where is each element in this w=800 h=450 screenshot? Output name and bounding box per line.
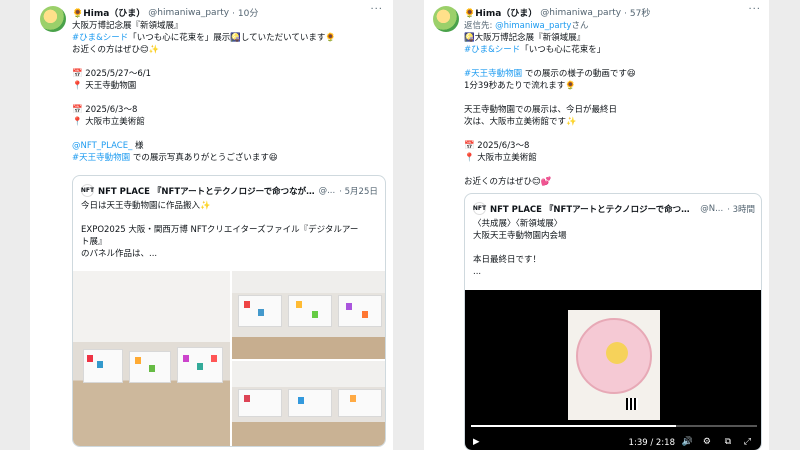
post-line: #ひま&シード「いつも心に花束を」展示🎑していただいています🌻 <box>72 32 386 44</box>
post-line: #天王寺動物園 での展示写真ありがとうございます😆 <box>72 152 386 164</box>
user-avatar[interactable] <box>433 6 459 32</box>
quote-date: · 5月25日 <box>339 186 378 197</box>
quote-line: ... <box>473 267 482 277</box>
display-name[interactable]: 🌻Hima（ひま） <box>72 6 145 19</box>
settings-icon[interactable]: ⚙ <box>703 437 711 447</box>
qr-code <box>626 398 638 410</box>
post-line: 📍 大阪市立美術館 <box>72 117 145 127</box>
quote-text: 〈共成展〉〈新領域展〉 大阪天王寺動物園内会場 本日最終日です！ ... <box>473 218 753 278</box>
more-options-icon[interactable]: ··· <box>370 4 383 15</box>
play-icon[interactable]: ▶ <box>473 437 480 447</box>
quote-avatar: NFT <box>81 184 94 197</box>
exhibit-photo[interactable] <box>232 361 385 446</box>
quote-line: 今日は天王寺動物園に作品搬入✨ <box>81 201 211 211</box>
video-progress-bar[interactable] <box>471 425 757 427</box>
quote-handle: @... <box>318 185 336 196</box>
timestamp[interactable]: · 10分 <box>232 6 258 19</box>
post-card-left[interactable]: 🌻Hima（ひま） @himaniwa_party · 10分 ··· 大阪万博… <box>30 0 393 450</box>
quote-header: NFT NFT PLACE 『NFTアートとテクノロジーで命つなが… @N...… <box>473 202 755 215</box>
quote-header: NFT NFT PLACE 『NFTアートとテクノロジーで命つなが… @... … <box>81 184 379 197</box>
handle[interactable]: @himaniwa_party <box>148 8 229 18</box>
reply-to-line: 返信先: @himaniwa_partyさん <box>464 20 762 32</box>
post-line: #ひま&シード「いつも心に花束を」 <box>464 44 762 56</box>
hashtag-link[interactable]: #天王寺動物園 <box>72 153 130 163</box>
quote-author-name: NFT PLACE 『NFTアートとテクノロジーで命つなが… <box>98 186 315 197</box>
video-time: 1:39 / 2:18 <box>628 438 675 448</box>
exhibit-photo[interactable] <box>73 271 230 446</box>
reply-suffix: さん <box>571 21 589 31</box>
post-line: 1分39秒あたりで流れます🌻 <box>464 81 576 91</box>
post-line: 📅 2025/6/3〜8 <box>72 105 138 115</box>
quote-line: EXPO2025 大阪・関西万博 NFTクリエイターズファイル『デジタルアー <box>81 225 359 235</box>
post-line: @NFT_PLACE_ 様 <box>72 140 386 152</box>
artwork-plate <box>576 318 652 394</box>
quoted-post[interactable]: NFT NFT PLACE 『NFTアートとテクノロジーで命つなが… @N...… <box>464 193 762 450</box>
quote-line: のパネル作品は、... <box>81 249 158 259</box>
quoted-post[interactable]: NFT NFT PLACE 『NFTアートとテクノロジーで命つなが… @... … <box>72 175 386 447</box>
post-line: 📍 天王寺動物園 <box>72 81 137 91</box>
video-frame-artwork <box>568 310 660 420</box>
quote-handle: @N... <box>700 203 724 214</box>
post-line: 天王寺動物園での展示は、今日が最終日 <box>464 105 618 115</box>
hashtag-link[interactable]: #ひま&シード <box>72 33 128 43</box>
post-header: 🌻Hima（ひま） @himaniwa_party · 10分 <box>72 6 258 20</box>
post-line-text: での展示写真ありがとうございます😆 <box>130 153 278 163</box>
quote-line: 〈共成展〉〈新領域展〉 <box>473 219 563 229</box>
artwork-sun <box>606 342 628 364</box>
exhibit-photo[interactable] <box>232 271 385 359</box>
more-options-icon[interactable]: ··· <box>748 4 761 15</box>
display-name[interactable]: 🌻Hima（ひま） <box>464 6 537 19</box>
photo-grid <box>73 271 385 446</box>
post-text: 返信先: @himaniwa_partyさん 🎑大阪万博記念展『新領域展』 #ひ… <box>464 20 762 188</box>
quote-author-name: NFT PLACE 『NFTアートとテクノロジーで命つなが… <box>490 204 697 215</box>
reply-handle-link[interactable]: @himaniwa_party <box>495 21 571 31</box>
post-line: お近くの方はぜひ😊💕 <box>464 177 552 187</box>
reply-prefix: 返信先: <box>464 21 496 31</box>
post-card-right[interactable]: 🌻Hima（ひま） @himaniwa_party · 57秒 ··· 返信先:… <box>424 0 769 450</box>
post-line: #天王寺動物園 での展示の様子の動画です😆 <box>464 68 762 80</box>
post-line-text: 様 <box>132 141 144 151</box>
quote-line: 大阪天王寺動物園内会場 <box>473 231 567 241</box>
picture-in-picture-icon[interactable]: ⧉ <box>725 437 731 447</box>
quote-line: ト展』 <box>81 237 107 247</box>
post-line-text: 「いつも心に花束を」展示🎑していただいています🌻 <box>128 33 336 43</box>
post-line: お近くの方はぜひ😊✨ <box>72 45 160 55</box>
video-controls: ▶ 1:39 / 2:18 🔊 ⚙ ⧉ ⤢ <box>465 432 761 450</box>
post-line-text: 「いつも心に花束を」 <box>520 45 606 55</box>
hashtag-link[interactable]: #ひま&シード <box>464 45 520 55</box>
hashtag-link[interactable]: #天王寺動物園 <box>464 69 522 79</box>
post-text: 大阪万博記念展『新領域展』 #ひま&シード「いつも心に花束を」展示🎑していただい… <box>72 20 386 164</box>
user-avatar[interactable] <box>40 6 66 32</box>
fullscreen-icon[interactable]: ⤢ <box>744 437 751 447</box>
quote-avatar: NFT <box>473 202 486 215</box>
quote-text: 今日は天王寺動物園に作品搬入✨ EXPO2025 大阪・関西万博 NFTクリエイ… <box>81 200 377 260</box>
post-line: 次は、大阪市立美術館です✨ <box>464 117 577 127</box>
quote-line: 本日最終日です！ <box>473 255 542 265</box>
volume-icon[interactable]: 🔊 <box>682 437 693 447</box>
video-player[interactable]: ▶ 1:39 / 2:18 🔊 ⚙ ⧉ ⤢ <box>465 290 761 450</box>
post-line: 大阪万博記念展『新領域展』 <box>72 21 183 31</box>
timestamp[interactable]: · 57秒 <box>624 6 650 19</box>
video-progress-fill <box>471 425 677 427</box>
post-line: 📅 2025/5/27〜6/1 <box>72 69 152 79</box>
post-line: 📍 大阪市立美術館 <box>464 153 537 163</box>
post-header: 🌻Hima（ひま） @himaniwa_party · 57秒 <box>464 6 650 20</box>
post-line-text: での展示の様子の動画です😆 <box>522 69 636 79</box>
mention-link[interactable]: @NFT_PLACE_ <box>72 141 132 151</box>
post-line: 🎑大阪万博記念展『新領域展』 <box>464 33 586 43</box>
post-line: 📅 2025/6/3〜8 <box>464 141 530 151</box>
quote-date: · 3時間 <box>727 204 755 215</box>
handle[interactable]: @himaniwa_party <box>540 8 621 18</box>
